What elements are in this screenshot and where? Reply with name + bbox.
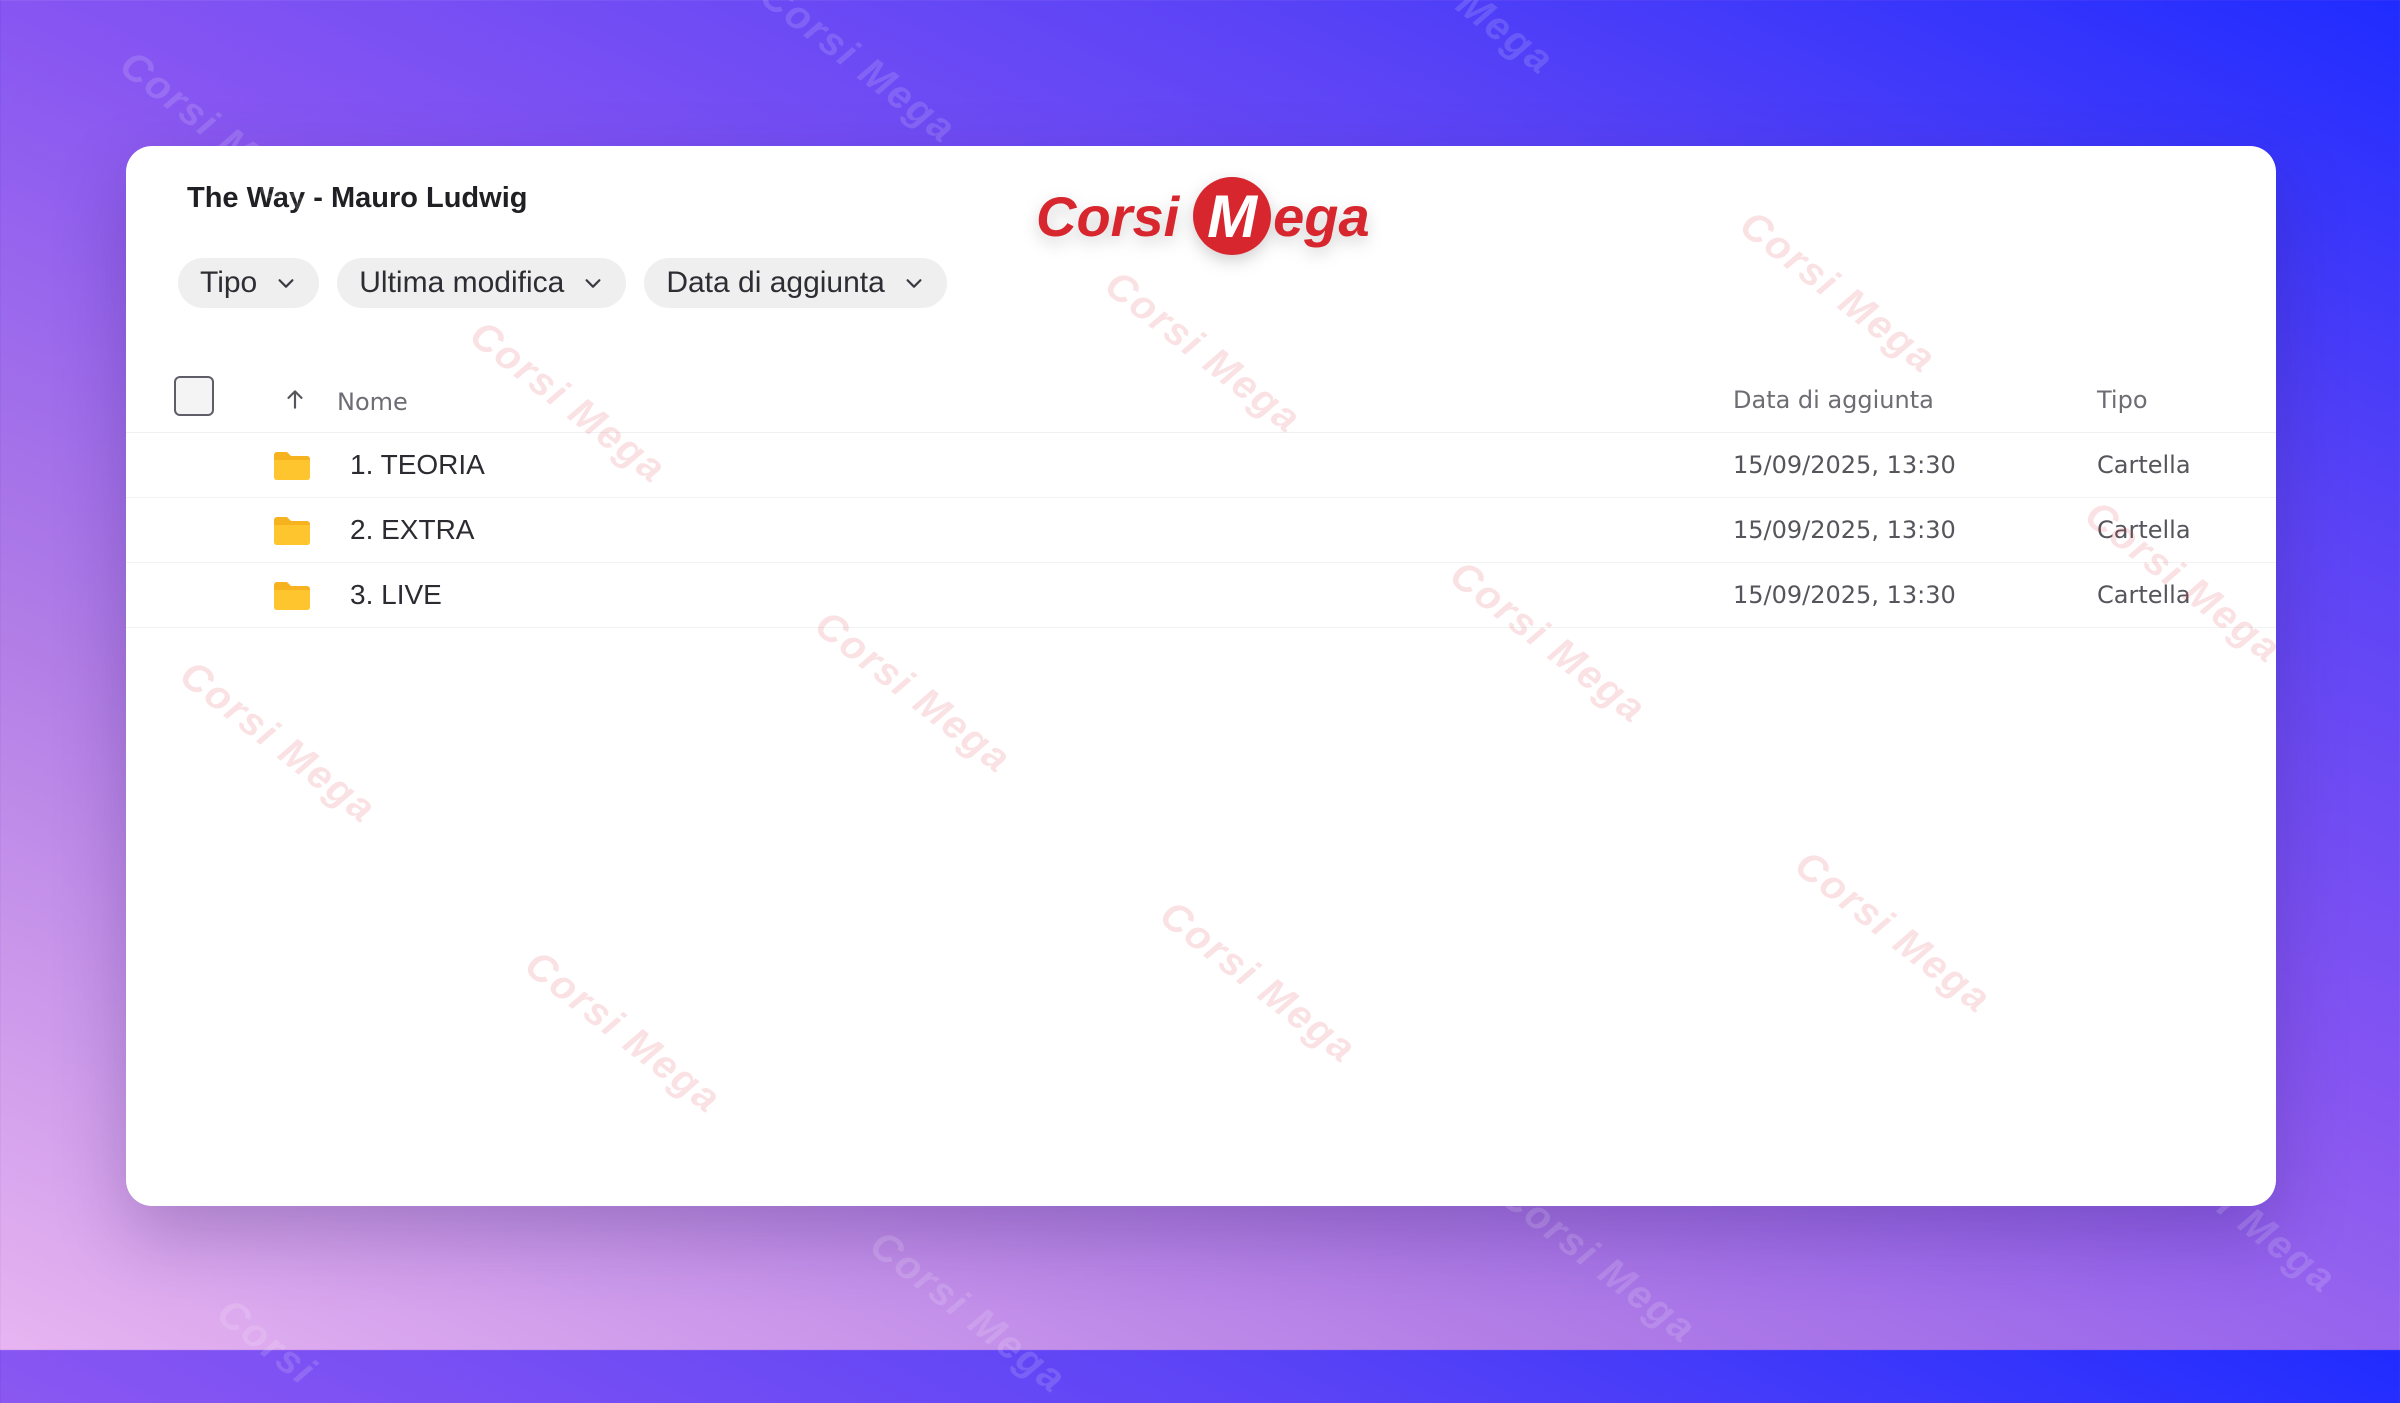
- select-all-checkbox[interactable]: [174, 376, 214, 416]
- table-header: Nome Data di aggiunta Tipo: [126, 356, 2276, 433]
- row-name: 1. TEORIA: [350, 449, 485, 480]
- row-date: 15/09/2025, 13:30: [1733, 516, 1956, 544]
- table-row[interactable]: 1. TEORIA 15/09/2025, 13:30 Cartella: [126, 433, 2276, 498]
- watermark: Corsi Mega: [751, 0, 965, 152]
- row-type: Cartella: [2097, 581, 2191, 609]
- watermark: Corsi Mega: [861, 1222, 1075, 1402]
- filter-chip-data-di-aggiunta[interactable]: Data di aggiunta: [644, 258, 947, 308]
- corsi-mega-logo: Corsi M ega: [1036, 174, 1370, 258]
- row-date: 15/09/2025, 13:30: [1733, 581, 1956, 609]
- filter-chip-label: Tipo: [200, 266, 258, 299]
- page-title: The Way - Mauro Ludwig: [187, 182, 528, 214]
- column-header-name[interactable]: Nome: [337, 388, 408, 416]
- logo-text-left: Corsi: [1036, 184, 1180, 248]
- watermark: Corsi: [208, 1290, 325, 1394]
- filter-chip-label: Ultima modifica: [359, 266, 565, 299]
- column-header-type[interactable]: Tipo: [2097, 386, 2148, 414]
- row-name: 2. EXTRA: [350, 514, 475, 545]
- row-date: 15/09/2025, 13:30: [1733, 451, 1956, 479]
- arrow-up-icon[interactable]: [282, 386, 308, 412]
- file-browser-card: The Way - Mauro Ludwig Corsi M ega Tipo …: [126, 146, 2276, 1206]
- filter-chip-tipo[interactable]: Tipo: [178, 258, 320, 308]
- row-type: Cartella: [2097, 451, 2191, 479]
- filter-chip-label: Data di aggiunta: [666, 266, 885, 299]
- chevron-down-icon: [585, 279, 601, 288]
- folder-icon: [274, 517, 310, 545]
- folder-icon: [274, 582, 310, 610]
- column-header-date[interactable]: Data di aggiunta: [1733, 386, 1934, 414]
- table-row[interactable]: 3. LIVE 15/09/2025, 13:30 Cartella: [126, 563, 2276, 628]
- chevron-down-icon: [278, 279, 294, 288]
- filter-chip-ultima-modifica[interactable]: Ultima modifica: [337, 258, 627, 308]
- filter-bar: Tipo Ultima modifica Data di aggiunta: [178, 258, 947, 308]
- logo-m-circle: M: [1193, 177, 1272, 255]
- chevron-down-icon: [906, 279, 922, 288]
- row-name: 3. LIVE: [350, 579, 442, 610]
- row-type: Cartella: [2097, 516, 2191, 544]
- watermark: Mega: [1448, 0, 1563, 84]
- folder-icon: [274, 452, 310, 480]
- table-row[interactable]: 2. EXTRA 15/09/2025, 13:30 Cartella: [126, 498, 2276, 563]
- logo-text-right: ega: [1273, 184, 1370, 248]
